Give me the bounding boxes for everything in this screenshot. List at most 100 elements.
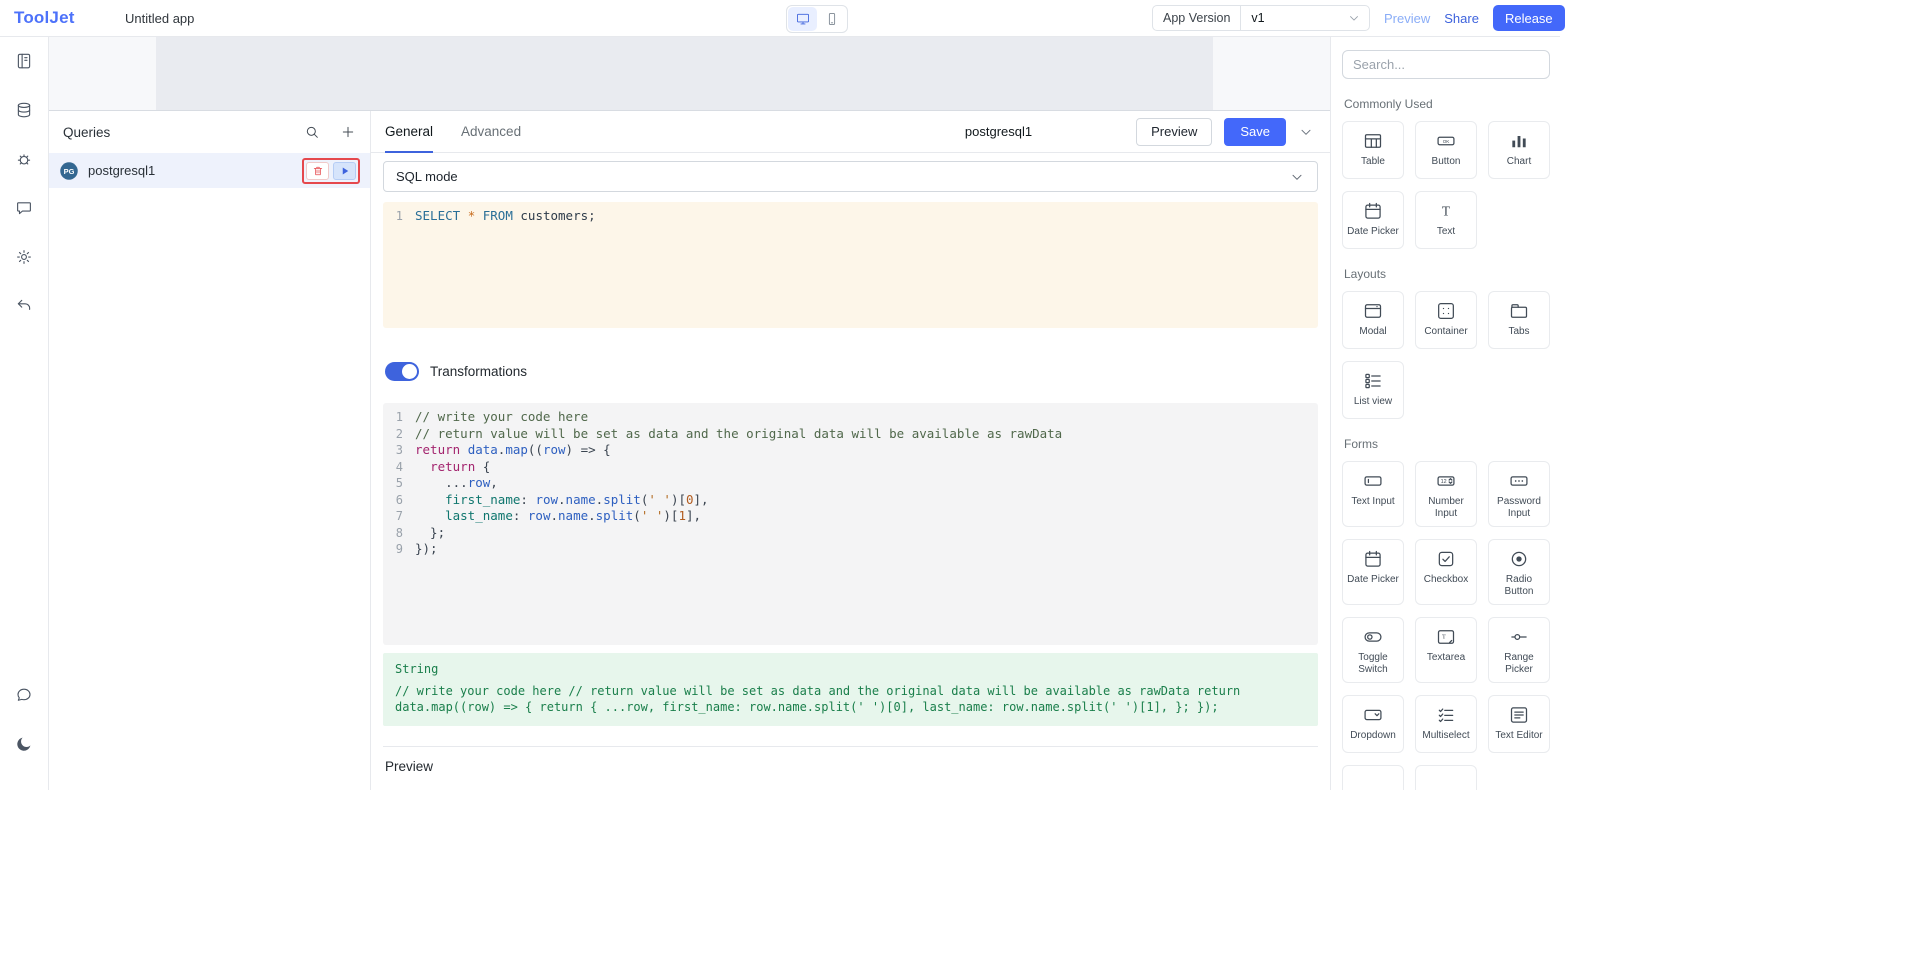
widget-label: Checkbox — [1424, 574, 1468, 586]
widget-card-list-view[interactable]: List view — [1342, 361, 1404, 419]
add-query-button[interactable] — [340, 124, 356, 140]
chat-rail-button[interactable] — [8, 679, 40, 711]
moon-rail-button[interactable] — [8, 728, 40, 760]
widget-card-dropdown[interactable]: Dropdown — [1342, 695, 1404, 753]
tooljet-logo[interactable]: ToolJet — [14, 8, 75, 28]
widget-card-chart[interactable]: Chart — [1488, 121, 1550, 179]
widget-card-text[interactable]: TText — [1415, 191, 1477, 249]
app-preview-button[interactable]: Preview — [1384, 11, 1430, 26]
sql-editor-lines: 1SELECT * FROM customers; — [383, 208, 1318, 225]
tab-general[interactable]: General — [385, 111, 433, 153]
delete-query-button[interactable] — [306, 162, 329, 180]
widget-label: Range Picker — [1491, 652, 1547, 676]
database-icon — [15, 101, 33, 119]
widget-card-multiselect[interactable]: Multiselect — [1415, 695, 1477, 753]
database-rail-button[interactable] — [8, 94, 40, 126]
svg-text:12: 12 — [1441, 479, 1447, 485]
widget-label: Table — [1361, 156, 1385, 168]
preview-section-header[interactable]: Preview — [383, 746, 1318, 786]
code-line: 3return data.map((row) => { — [383, 442, 1318, 459]
list-view-icon — [1363, 371, 1383, 391]
collapse-query-panel-button[interactable] — [1298, 124, 1314, 140]
transformation-result: String // write your code here // return… — [383, 653, 1318, 726]
number-input-icon: 12 — [1436, 471, 1456, 491]
comments-rail-button[interactable] — [8, 192, 40, 224]
sql-mode-select[interactable]: SQL mode — [383, 161, 1318, 192]
widget-card-checkbox[interactable]: Checkbox — [1415, 539, 1477, 605]
widget-label: Chart — [1507, 156, 1531, 168]
chevron-down-icon — [1289, 169, 1305, 185]
widget-card-partial[interactable] — [1342, 765, 1404, 790]
queries-search-button[interactable] — [304, 124, 320, 140]
pages-rail-button[interactable] — [8, 45, 40, 77]
checkbox-icon — [1436, 549, 1456, 569]
widget-card-date-picker[interactable]: Date Picker — [1342, 191, 1404, 249]
query-preview-button[interactable]: Preview — [1136, 118, 1212, 146]
code-line: 9}); — [383, 541, 1318, 558]
widget-card-tabs[interactable]: Tabs — [1488, 291, 1550, 349]
phone-icon — [825, 12, 839, 26]
code-line: 7 last_name: row.name.split(' ')[1], — [383, 508, 1318, 525]
widget-card-password-input[interactable]: Password Input — [1488, 461, 1550, 527]
code-line: 5 ...row, — [383, 475, 1318, 492]
widget-card-text-input[interactable]: Text Input — [1342, 461, 1404, 527]
sql-editor[interactable]: 1SELECT * FROM customers; — [383, 202, 1318, 328]
code-line: 2// return value will be set as data and… — [383, 426, 1318, 443]
tabs-icon — [1509, 301, 1529, 321]
query-editor-title: postgresql1 — [965, 124, 1032, 139]
query-editor: General Advanced postgresql1 Preview Sav… — [371, 111, 1330, 790]
query-editor-tabbar: General Advanced postgresql1 Preview Sav… — [371, 111, 1330, 153]
left-rail — [0, 37, 49, 790]
js-editor[interactable]: 1// write your code here2// return value… — [383, 403, 1318, 645]
widget-card-text-editor[interactable]: Text Editor — [1488, 695, 1550, 753]
debugger-rail-button[interactable] — [8, 143, 40, 175]
widget-grid-partial — [1342, 765, 1550, 790]
settings-rail-button[interactable] — [8, 241, 40, 273]
app-name[interactable]: Untitled app — [125, 11, 194, 26]
widget-card-number-input[interactable]: 12Number Input — [1415, 461, 1477, 527]
widget-label: Tabs — [1508, 326, 1529, 338]
queries-panel: Queries PG postgresql1 — [49, 111, 371, 790]
widget-label: Multiselect — [1422, 730, 1469, 742]
widget-card-modal[interactable]: Modal — [1342, 291, 1404, 349]
moon-icon — [15, 735, 33, 753]
query-save-button[interactable]: Save — [1224, 118, 1286, 146]
query-list-item[interactable]: PG postgresql1 — [49, 153, 370, 188]
run-query-button[interactable] — [333, 162, 356, 180]
widget-card-radio-button[interactable]: Radio Button — [1488, 539, 1550, 605]
transformations-toggle[interactable] — [385, 362, 419, 381]
widget-sections: Commonly UsedTableOKButtonChartDate Pick… — [1342, 97, 1550, 790]
widget-card-button[interactable]: OKButton — [1415, 121, 1477, 179]
release-button[interactable]: Release — [1493, 5, 1565, 31]
widget-search-input[interactable] — [1353, 57, 1539, 72]
line-number: 1 — [383, 208, 415, 225]
widget-label: Container — [1424, 326, 1467, 338]
share-button[interactable]: Share — [1444, 11, 1479, 26]
widget-card-toggle-switch[interactable]: Toggle Switch — [1342, 617, 1404, 683]
button-icon: OK — [1436, 131, 1456, 151]
tab-advanced[interactable]: Advanced — [461, 111, 521, 153]
widget-card-range-picker[interactable]: Range Picker — [1488, 617, 1550, 683]
widget-card-date-picker[interactable]: Date Picker — [1342, 539, 1404, 605]
app-version-select[interactable]: App Version v1 — [1152, 5, 1370, 31]
app-version-label: App Version — [1153, 6, 1241, 30]
widget-card-table[interactable]: Table — [1342, 121, 1404, 179]
widget-card-partial[interactable] — [1415, 765, 1477, 790]
chevron-down-icon — [1347, 11, 1361, 25]
widget-label: List view — [1354, 396, 1392, 408]
desktop-toggle-button[interactable] — [788, 7, 817, 31]
widget-card-textarea[interactable]: TTextarea — [1415, 617, 1477, 683]
comments-icon — [15, 199, 33, 217]
line-number: 3 — [383, 442, 415, 459]
canvas-page[interactable] — [156, 37, 1213, 110]
undo-rail-button[interactable] — [8, 290, 40, 322]
postgresql-icon: PG — [59, 161, 79, 181]
app-canvas[interactable] — [49, 37, 1330, 110]
mobile-toggle-button[interactable] — [817, 7, 846, 31]
widget-label: Date Picker — [1347, 226, 1399, 238]
queries-header: Queries — [49, 111, 370, 153]
code-line: 1SELECT * FROM customers; — [383, 208, 1318, 225]
widget-section-title: Layouts — [1344, 267, 1550, 281]
widget-card-container[interactable]: Container — [1415, 291, 1477, 349]
topbar: ToolJet Untitled app App Version v1 Prev… — [0, 0, 1560, 37]
